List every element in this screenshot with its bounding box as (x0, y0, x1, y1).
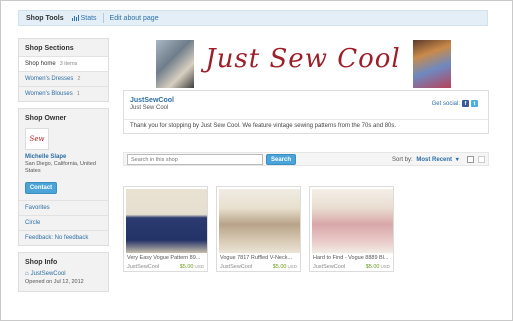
shop-sections-title: Shop Sections (25, 45, 74, 52)
info-shop-link[interactable]: ⌂ JustSewCool (19, 270, 108, 278)
shop-info-title: Shop Info (25, 259, 58, 266)
shop-sections-box: Shop Sections Shop home 3 items Women's … (18, 38, 109, 102)
thread-spools-image (413, 40, 451, 88)
section-count: 1 (76, 91, 80, 97)
edit-about-link[interactable]: Edit about page (110, 15, 159, 22)
stats-icon (71, 15, 79, 21)
shop-subtitle: Just Sew Cool (130, 105, 169, 111)
list-view-icon[interactable] (478, 156, 485, 163)
price-currency: USD (380, 264, 390, 269)
shop-header-card: JustSewCool Just Sew Cool Get social: f … (123, 90, 489, 134)
section-count: 2 (77, 76, 81, 82)
divider (124, 119, 488, 120)
search-input[interactable] (127, 154, 263, 165)
section-label: Women's Dresses (25, 76, 74, 82)
section-shop-home[interactable]: Shop home 3 items (19, 56, 108, 71)
sort-label: Sort by: (392, 157, 413, 163)
listing-price: $5.00USD (273, 264, 297, 270)
section-count: 3 items (59, 61, 78, 67)
listing-price: $5.00USD (180, 264, 204, 270)
listing-shop: JustSewCool (220, 264, 253, 270)
section-label: Shop home (25, 61, 56, 67)
listing-title[interactable]: Very Easy Vogue Pattern 89... (127, 255, 206, 261)
shop-owner-title: Shop Owner (25, 115, 67, 122)
search-button[interactable]: Search (266, 154, 296, 165)
avatar[interactable]: Sew (25, 128, 49, 150)
sort-control[interactable]: Sort by: Most Recent ▾ (392, 156, 459, 163)
shop-tools-bar: Shop Tools Stats Edit about page (18, 10, 488, 26)
search-toolbar: Search Sort by: Most Recent ▾ (123, 152, 489, 166)
listing-card[interactable]: Hard to Find - Vogue 8889 Bl... JustSewC… (309, 186, 394, 272)
listing-title[interactable]: Hard to Find - Vogue 8889 Bl... (313, 255, 392, 261)
divider (102, 13, 104, 23)
owner-location: San Diego, California, United States (25, 161, 96, 174)
twitter-icon[interactable]: t (471, 100, 478, 107)
listing-shop: JustSewCool (127, 264, 160, 270)
feedback-link[interactable]: Feedback: No feedback (19, 230, 108, 245)
section-womens-dresses[interactable]: Women's Dresses 2 (19, 71, 108, 86)
sort-value: Most Recent (416, 157, 453, 163)
listing-image[interactable] (312, 189, 393, 253)
price-value: $5.00 (365, 264, 380, 270)
circle-link[interactable]: Circle (19, 215, 108, 230)
price-currency: USD (194, 264, 204, 269)
listing-image[interactable] (219, 189, 300, 253)
grid-view-icon[interactable] (467, 156, 474, 163)
listing-image[interactable] (126, 189, 207, 253)
shop-tools-label: Shop Tools (26, 14, 64, 22)
facebook-icon[interactable]: f (462, 100, 469, 107)
shop-logo: Just Sew Cool (205, 44, 401, 74)
sidebar: Shop Sections Shop home 3 items Women's … (18, 38, 109, 298)
listing-card[interactable]: Very Easy Vogue Pattern 89... JustSewCoo… (123, 186, 208, 272)
shop-announcement: Thank you for stopping by Just Sew Cool.… (130, 123, 397, 129)
social-links: Get social: f t (432, 100, 478, 107)
chevron-down-icon: ▾ (455, 157, 459, 163)
listing-shop: JustSewCool (313, 264, 346, 270)
favorites-link[interactable]: Favorites (19, 200, 108, 215)
social-label: Get social: (431, 100, 460, 107)
section-label: Women's Blouses (25, 91, 73, 97)
shop-info-box: Shop Info ⌂ JustSewCool Opened on Jul 12… (18, 252, 109, 292)
contact-button[interactable]: Contact (25, 182, 57, 194)
stats-label: Stats (80, 14, 97, 22)
shop-name-link[interactable]: JustSewCool (130, 97, 174, 104)
shop-icon: ⌂ (25, 271, 29, 277)
price-value: $5.00 (272, 264, 287, 270)
stats-link[interactable]: Stats (71, 14, 97, 22)
price-currency: USD (287, 264, 297, 269)
shop-owner-box: Shop Owner Sew Michelle Slape San Diego,… (18, 108, 109, 246)
opened-date: Opened on Jul 12, 2012 (25, 279, 84, 285)
listing-title[interactable]: Vogue 7817 Ruffled V-Neck... (220, 255, 299, 261)
section-womens-blouses[interactable]: Women's Blouses 1 (19, 86, 108, 101)
price-value: $5.00 (179, 264, 194, 270)
shop-banner: Just Sew Cool (123, 38, 489, 90)
avatar-text: Sew (29, 135, 45, 143)
sewing-tools-image (156, 40, 194, 88)
listing-price: $5.00USD (366, 264, 390, 270)
info-shop-name: JustSewCool (30, 271, 66, 277)
listing-card[interactable]: Vogue 7817 Ruffled V-Neck... JustSewCool… (216, 186, 301, 272)
